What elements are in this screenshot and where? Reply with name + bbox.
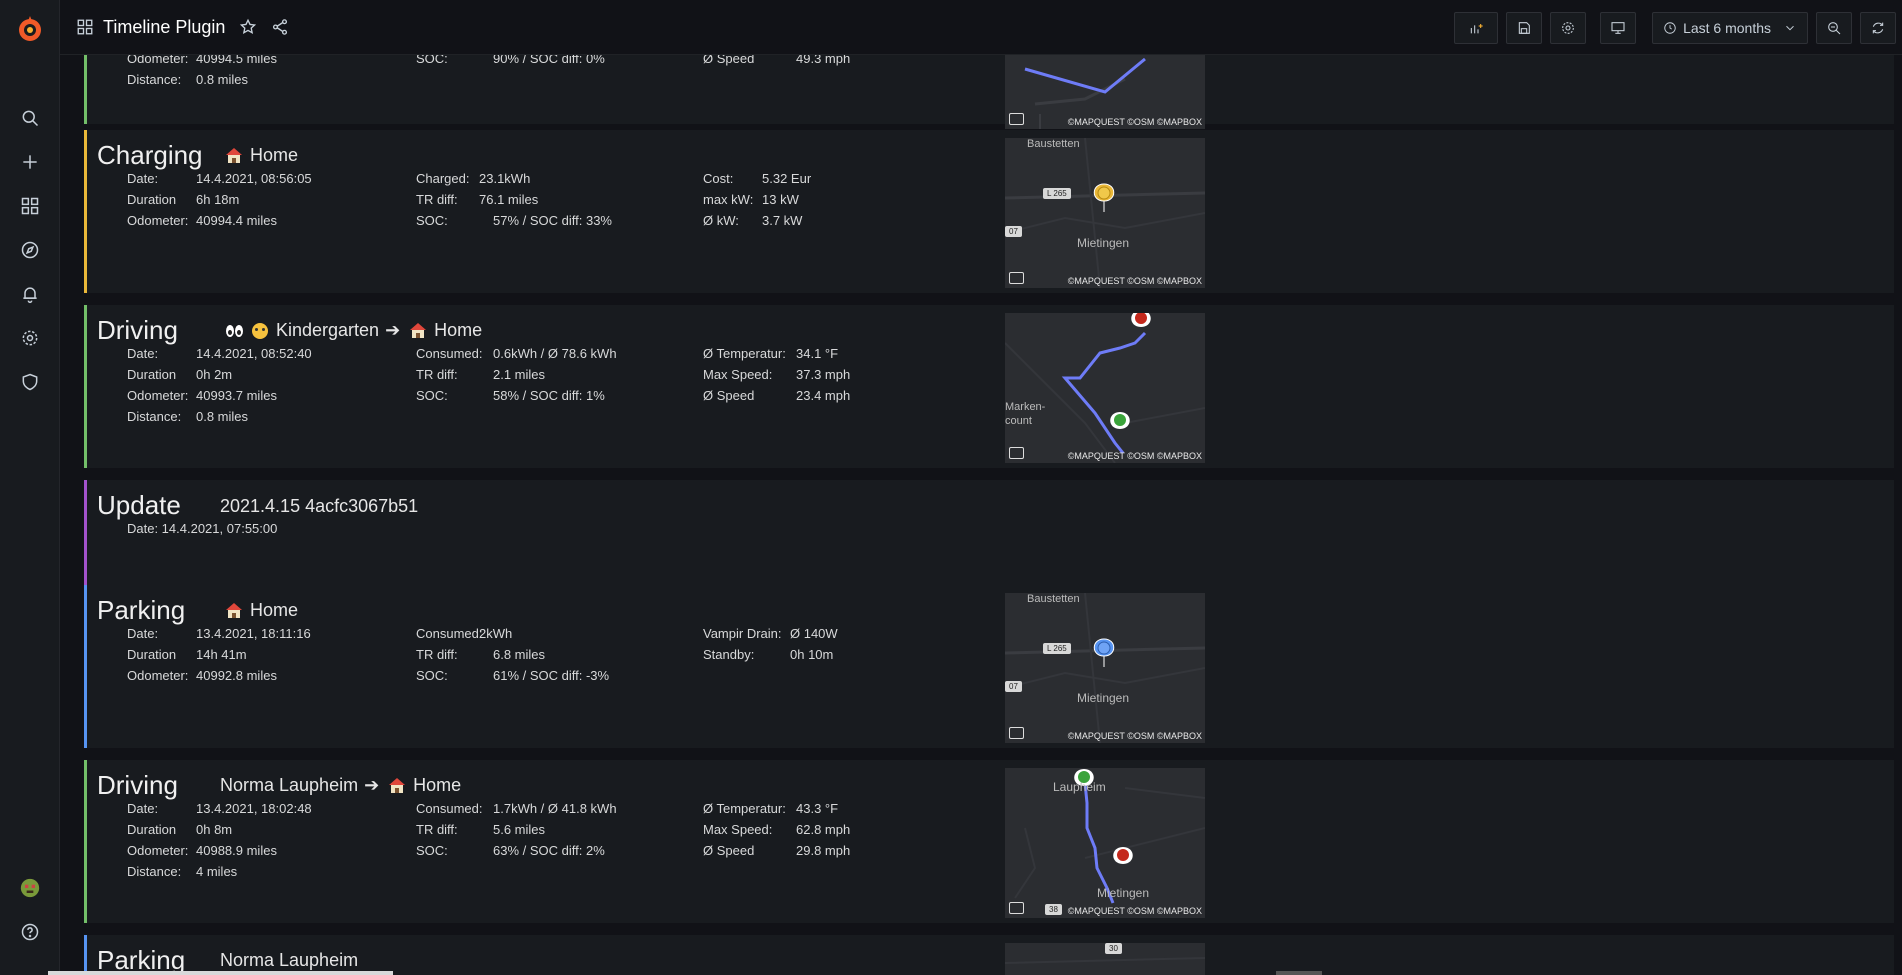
zoom-out-button[interactable]: [1816, 11, 1852, 44]
map-layers-icon[interactable]: [1009, 272, 1024, 284]
tv-mode-button[interactable]: [1600, 11, 1637, 44]
dashboard-settings-button[interactable]: [1550, 11, 1587, 44]
map-layers-icon[interactable]: [1009, 113, 1024, 125]
event-type: Driving: [97, 770, 178, 800]
house-icon: [226, 603, 242, 618]
event-type: Driving: [97, 315, 178, 345]
star-icon[interactable]: [239, 18, 257, 36]
horizontal-scrollbar-thumb-secondary[interactable]: [1276, 971, 1322, 975]
event-route: Kindergarten ➔ Home: [226, 320, 482, 341]
user-avatar[interactable]: [18, 876, 42, 900]
top-navbar: Timeline Plugin Last 6 months: [60, 0, 1902, 55]
event-type: Parking: [97, 595, 186, 625]
event-route: Norma Laupheim ➔ Home: [220, 775, 462, 795]
time-range-picker[interactable]: Last 6 months: [1652, 11, 1808, 44]
arrow-right-icon: ➔: [364, 775, 380, 795]
event-location: Home: [226, 600, 298, 621]
house-icon: [226, 148, 242, 163]
timeline-panel-driving: Driving Norma Laupheim ➔ Home Date: 13.4.…: [84, 760, 1894, 923]
event-location: Home: [226, 145, 298, 166]
route-map[interactable]: ©MAPQUEST ©OSM ©MAPBOX: [1005, 55, 1205, 129]
timeline-panel-parking: Parking Home Date: 13.4.2021, 18:11:16 Du…: [84, 585, 1894, 748]
event-location: Norma Laupheim: [220, 950, 359, 970]
house-icon: [389, 778, 406, 793]
bell-icon[interactable]: [18, 282, 42, 306]
time-range-label: Last 6 months: [1683, 19, 1771, 36]
zoom-out-icon: [1828, 21, 1841, 34]
add-panel-icon: [1470, 23, 1483, 33]
event-type: Charging: [97, 140, 203, 170]
event-type: Update: [97, 490, 181, 520]
search-icon[interactable]: [18, 106, 42, 130]
share-icon[interactable]: [271, 18, 289, 36]
monitor-icon: [1611, 21, 1625, 34]
save-dashboard-button[interactable]: [1506, 11, 1543, 44]
gear-icon[interactable]: [18, 326, 42, 350]
route-map[interactable]: Laupheim Mietingen 38 ©MAPQUEST ©OSM ©MA…: [1005, 768, 1205, 918]
grafana-logo-icon[interactable]: [15, 14, 45, 44]
map-layers-icon[interactable]: [1009, 727, 1024, 739]
timeline-panel-parking-partial: Parking Norma Laupheim 30: [84, 935, 1894, 975]
location-map[interactable]: Baustetten L 265 07 Mietingen ©MAPQUEST …: [1005, 138, 1205, 288]
timeline-panel-charging: Charging Home Date: 14.4.2021, 08:56:05 D…: [84, 130, 1894, 293]
refresh-icon: [1872, 22, 1884, 33]
map-layers-icon[interactable]: [1009, 902, 1024, 914]
chevron-down-icon: [1786, 25, 1794, 30]
map-layers-icon[interactable]: [1009, 447, 1024, 459]
dashboard-content: Odometer: 40994.5 miles Distance: 0.8 mile…: [60, 55, 1902, 975]
dashboards-icon[interactable]: [18, 194, 42, 218]
clock-icon: [1664, 21, 1676, 34]
explore-compass-icon[interactable]: [18, 238, 42, 262]
refresh-button[interactable]: [1860, 11, 1896, 44]
dashboard-grid-icon: [77, 19, 93, 35]
dashboard-title[interactable]: Timeline Plugin: [103, 17, 225, 38]
gear-icon: [1562, 21, 1574, 34]
house-icon: [410, 323, 427, 338]
side-menu: [0, 0, 60, 975]
add-panel-button[interactable]: [1454, 11, 1499, 44]
horizontal-scrollbar-thumb[interactable]: [48, 971, 393, 975]
timeline-panel-driving: Driving Kindergarten ➔ Home Date: 14.4.20…: [84, 305, 1894, 468]
timeline-panel-driving-partial: Odometer: 40994.5 miles Distance: 0.8 mile…: [84, 55, 1894, 129]
timeline-panel-update: Update 2021.4.15 4acfc3067b51 Date: 14.4…: [84, 480, 1894, 592]
child-face-icon: [252, 322, 268, 339]
shield-icon[interactable]: [18, 370, 42, 394]
location-map[interactable]: 30: [1005, 943, 1205, 975]
help-icon[interactable]: [18, 920, 42, 944]
plus-icon[interactable]: [18, 150, 42, 174]
update-version: 2021.4.15 4acfc3067b51: [220, 496, 419, 516]
save-icon: [1518, 21, 1530, 34]
arrow-right-icon: ➔: [385, 320, 401, 340]
location-map[interactable]: Baustetten L 265 07 Mietingen ©MAPQUEST …: [1005, 593, 1205, 743]
eyes-icon: [226, 324, 244, 337]
route-map[interactable]: Marken- count ©MAPQUEST ©OSM ©MAPBOX: [1005, 313, 1205, 463]
